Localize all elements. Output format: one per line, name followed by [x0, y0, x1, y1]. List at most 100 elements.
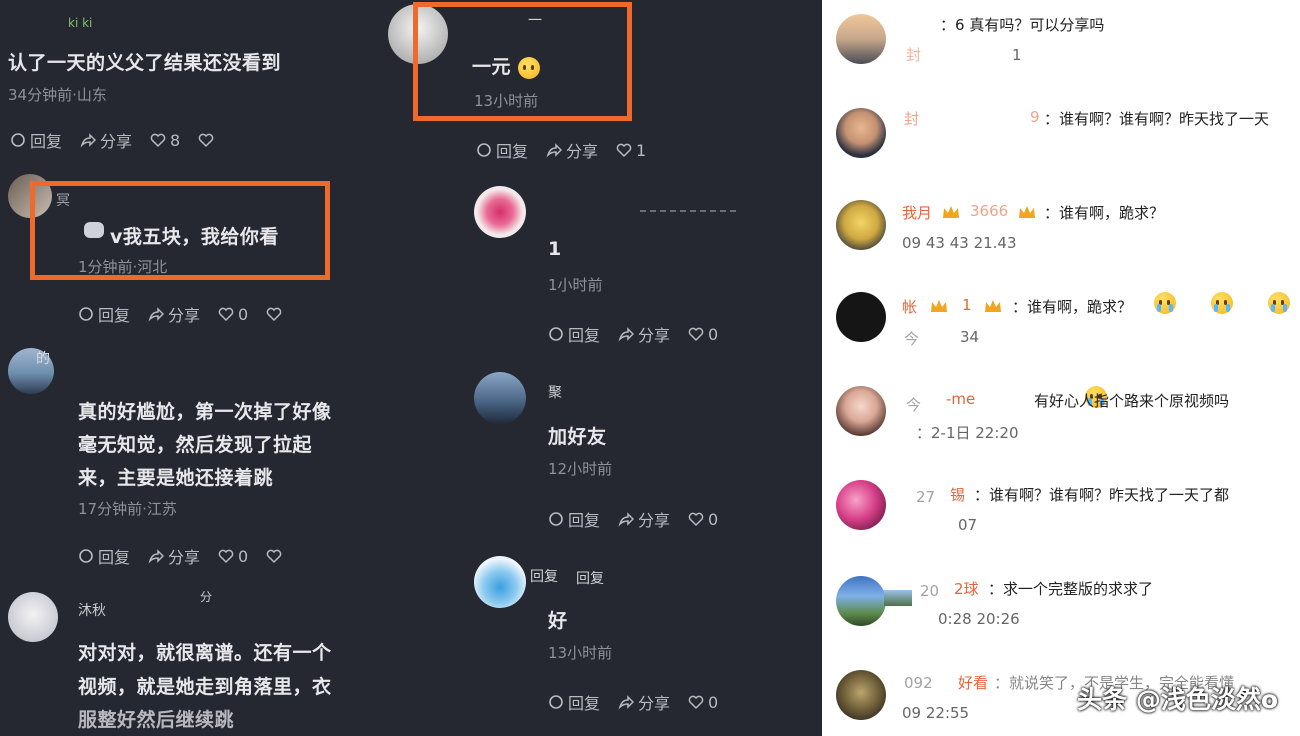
dark-comment-panel: ki ki 认了一天的义父了结果还没看到 34分钟前·山东 回复 分享 8 冥 … — [0, 0, 822, 736]
reply-button[interactable]: 回复 — [78, 302, 130, 326]
commenter-name: 封 — [904, 110, 920, 128]
heart-icon — [218, 549, 234, 564]
comment-meta: 09 43 43 21.43 — [902, 234, 1017, 252]
dislike-icon[interactable] — [266, 548, 282, 564]
name-placeholder — [640, 210, 736, 214]
like-button[interactable]: 0 — [218, 547, 248, 566]
commenter-mid: 1 — [962, 296, 972, 314]
commenter-sub: 今 — [906, 396, 922, 414]
commenter-name: 的 — [36, 351, 50, 367]
reply-icon — [549, 695, 563, 709]
heart-icon — [688, 695, 704, 710]
share-icon — [546, 143, 563, 158]
share-button[interactable]: 分享 — [80, 128, 132, 152]
comment-meta: 13小时前 — [548, 644, 613, 662]
share-button[interactable]: 分享 — [148, 544, 200, 568]
light-comment-panel: ：6 真有吗？可以分享吗 封 1 封 9 ：谁有啊？谁有啊？昨天找了一天 我月 … — [822, 0, 1300, 736]
reply-button[interactable]: 回复 — [548, 690, 600, 714]
like-button[interactable]: 0 — [218, 305, 248, 324]
commenter-name: 2球 — [954, 580, 979, 598]
share-icon — [148, 549, 165, 564]
like-count: 8 — [170, 130, 181, 150]
comment-meta: ：2-1日 22:20 — [916, 424, 1019, 442]
crown-icon — [943, 206, 959, 218]
like-button[interactable]: 0 — [688, 325, 718, 344]
like-count: 0 — [238, 546, 249, 566]
share-button[interactable]: 分享 — [618, 507, 670, 531]
reply-button[interactable]: 回复 — [10, 128, 62, 152]
heart-icon — [688, 327, 704, 342]
commenter-name: 封 — [906, 46, 922, 64]
comment-text: 认了一天的义父了结果还没看到 — [8, 52, 282, 74]
avatar[interactable] — [836, 14, 886, 64]
like-button[interactable]: 0 — [688, 510, 718, 529]
comment-meta: 34 — [960, 328, 980, 346]
share-button[interactable]: 分享 — [148, 302, 200, 326]
share-button[interactable]: 分享 — [618, 322, 670, 346]
comment-meta: 09 22:55 — [902, 704, 970, 722]
crown-icon — [985, 300, 1001, 312]
avatar[interactable] — [836, 292, 886, 342]
commenter-name: 帐 — [902, 298, 918, 316]
reply-icon — [79, 549, 93, 563]
comment-text-line: 对对对，就很离谱。还有一个 — [78, 642, 332, 664]
avatar[interactable] — [836, 576, 886, 626]
avatar[interactable] — [836, 670, 886, 720]
share-button[interactable]: 分享 — [618, 690, 670, 714]
dislike-icon[interactable] — [266, 306, 282, 322]
comment-text-line: 毫无知觉，然后发现了拉起 — [78, 434, 313, 456]
commenter-name: 好看 — [958, 674, 989, 692]
comment-text: ：谁有啊？谁有啊？昨天找了一天 — [1044, 110, 1270, 128]
commenter-name: ki ki — [68, 16, 93, 30]
share-icon — [148, 307, 165, 322]
like-count: 0 — [708, 692, 719, 712]
comment-actions: 回复 分享 8 — [10, 128, 214, 152]
comment-actions: 回复 分享 0 — [548, 690, 718, 714]
avatar[interactable] — [836, 386, 886, 436]
reply-button[interactable]: 回复 — [548, 507, 600, 531]
comment-meta: 17分钟前·江苏 — [78, 500, 177, 518]
like-count: 0 — [708, 324, 719, 344]
heart-icon — [150, 133, 166, 148]
comment-text: ：求一个完整版的求求了 — [988, 580, 1154, 598]
commenter-name: 沐秋 — [78, 603, 106, 619]
comment-actions: 回复 分享 0 — [548, 322, 718, 346]
like-button[interactable]: 8 — [150, 131, 180, 150]
comment-text: ：谁有啊，跪求？ — [1044, 204, 1165, 222]
dislike-icon[interactable] — [198, 132, 214, 148]
commenter-extra: 分 — [200, 590, 213, 604]
comment-text-line: 真的好尴尬，第一次掉了好像 — [78, 401, 332, 423]
avatar[interactable] — [836, 480, 886, 530]
crying-emoji-icon — [1268, 292, 1291, 314]
commenter-name: 锡 — [950, 486, 966, 504]
highlight-box — [30, 181, 330, 280]
comment-meta: 07 — [958, 516, 978, 534]
comment-actions: 回复 分享 0 — [548, 507, 718, 531]
avatar[interactable] — [474, 372, 526, 424]
comment-meta: 12小时前 — [548, 460, 613, 478]
share-icon — [618, 512, 635, 527]
comment-actions: 回复 分享 0 — [78, 544, 282, 568]
share-icon — [618, 327, 635, 342]
share-button[interactable]: 分享 — [546, 138, 598, 162]
heart-icon — [688, 512, 704, 527]
highlight-box — [413, 2, 632, 121]
like-count: 0 — [238, 304, 249, 324]
avatar[interactable] — [474, 556, 526, 608]
heart-icon — [218, 307, 234, 322]
comment-meta: 1 — [1012, 46, 1022, 64]
avatar[interactable] — [474, 186, 526, 238]
like-button[interactable]: 1 — [616, 141, 646, 160]
like-button[interactable]: 0 — [688, 693, 718, 712]
avatar[interactable] — [836, 200, 886, 250]
avatar[interactable] — [8, 592, 58, 642]
commenter-name: 聚 — [548, 385, 562, 401]
commenter-name: -me — [946, 390, 976, 408]
avatar[interactable] — [836, 108, 886, 158]
reply-button[interactable]: 回复 — [78, 544, 130, 568]
commenter-pre: 27 — [916, 488, 936, 506]
reply-button[interactable]: 回复 — [476, 138, 528, 162]
reply-button[interactable]: 回复 — [548, 322, 600, 346]
commenter-pre: 092 — [904, 674, 933, 692]
comment-text: ：6 真有吗？可以分享吗 — [940, 16, 1105, 34]
